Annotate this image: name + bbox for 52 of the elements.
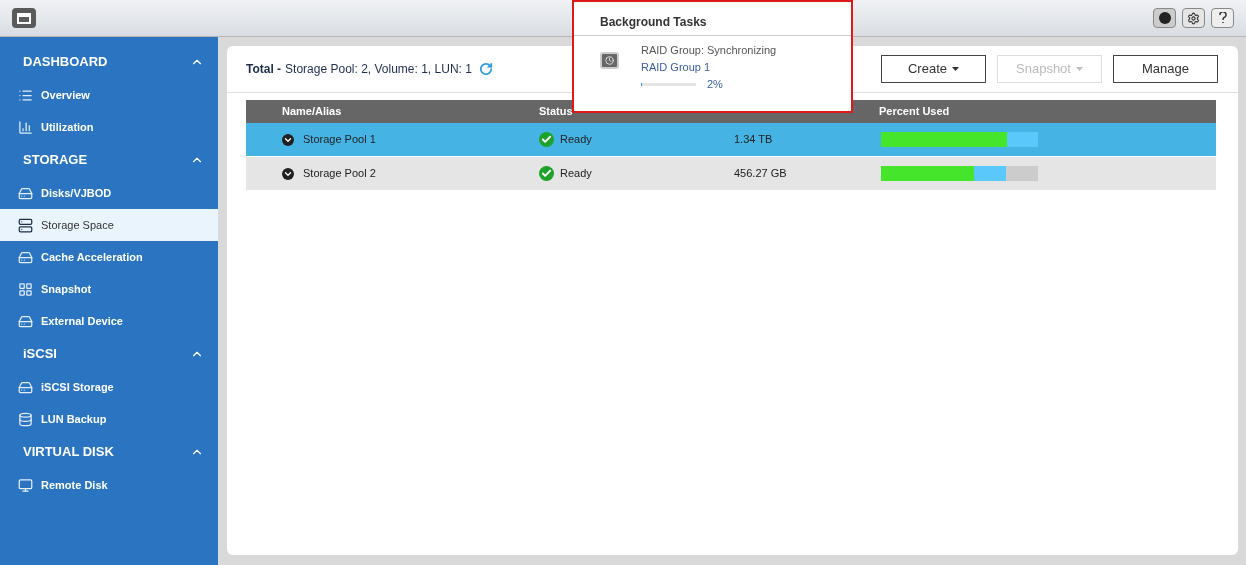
expand-icon[interactable] xyxy=(282,167,294,180)
table-row[interactable]: Storage Pool 2 Ready 456.27 GB xyxy=(246,157,1216,190)
expand-icon[interactable] xyxy=(282,133,294,146)
sidebar-item[interactable]: LUN Backup xyxy=(0,403,218,435)
hard-drive-icon xyxy=(18,185,33,201)
status-text: Ready xyxy=(560,132,592,148)
column-header: Name/Alias xyxy=(282,105,342,118)
table-row[interactable]: Storage Pool 1 Ready 1.34 TB xyxy=(246,123,1216,156)
toolbar-button[interactable]: Create xyxy=(881,55,986,83)
list-icon xyxy=(18,87,33,103)
pool-name: Storage Pool 1 xyxy=(303,132,376,148)
column-header: Percent Used xyxy=(879,105,950,118)
toolbar-button[interactable]: Manage xyxy=(1113,55,1218,83)
sidebar-item[interactable]: Remote Disk xyxy=(0,469,218,501)
capacity-text: 456.27 GB xyxy=(734,167,787,180)
section-title: STORAGE xyxy=(23,151,88,170)
sidebar-item[interactable]: Disks/VJBOD xyxy=(0,177,218,209)
capacity-text: 1.34 TB xyxy=(734,133,773,146)
task-title: RAID Group: Synchronizing xyxy=(641,43,777,58)
popup-title: Background Tasks xyxy=(600,14,707,31)
hard-drive-icon xyxy=(18,249,33,265)
summary-label: Total - xyxy=(246,61,282,78)
section-title: DASHBOARD xyxy=(23,53,108,72)
pool-name: Storage Pool 2 xyxy=(303,166,376,182)
settings-icon[interactable] xyxy=(1182,8,1205,28)
status-text: Ready xyxy=(560,166,592,182)
help-icon[interactable] xyxy=(1211,8,1234,28)
check-icon xyxy=(539,166,554,181)
hard-drive-icon xyxy=(18,313,33,329)
grid-icon xyxy=(18,281,33,297)
refresh-icon[interactable] xyxy=(478,62,493,76)
column-header: Status xyxy=(539,105,573,118)
sidebar-item[interactable]: Storage Space xyxy=(0,209,218,241)
database-icon xyxy=(18,411,33,427)
section-title: VIRTUAL DISK xyxy=(23,443,114,462)
sidebar-item[interactable]: External Device xyxy=(0,305,218,337)
bar-chart-icon xyxy=(18,119,33,135)
task-link[interactable]: RAID Group 1 xyxy=(641,58,777,75)
progress-percent: 2% xyxy=(707,77,723,92)
sidebar-item[interactable]: Cache Acceleration xyxy=(0,241,218,273)
sidebar-item[interactable]: Utilization xyxy=(0,111,218,143)
panel-toggle-icon[interactable] xyxy=(12,8,36,28)
check-icon xyxy=(539,132,554,147)
sidebar-item[interactable]: iSCSI Storage xyxy=(0,371,218,403)
monitor-icon xyxy=(18,477,33,493)
section-title: iSCSI xyxy=(23,345,57,364)
hard-drive-clock-icon xyxy=(600,52,619,69)
hard-drive-icon xyxy=(18,379,33,395)
sidebar-item[interactable]: Overview xyxy=(0,79,218,111)
sidebar-item[interactable]: Snapshot xyxy=(0,273,218,305)
server-stack-icon xyxy=(18,217,33,233)
summary-text: Storage Pool: 2, Volume: 1, LUN: 1 xyxy=(285,61,472,78)
